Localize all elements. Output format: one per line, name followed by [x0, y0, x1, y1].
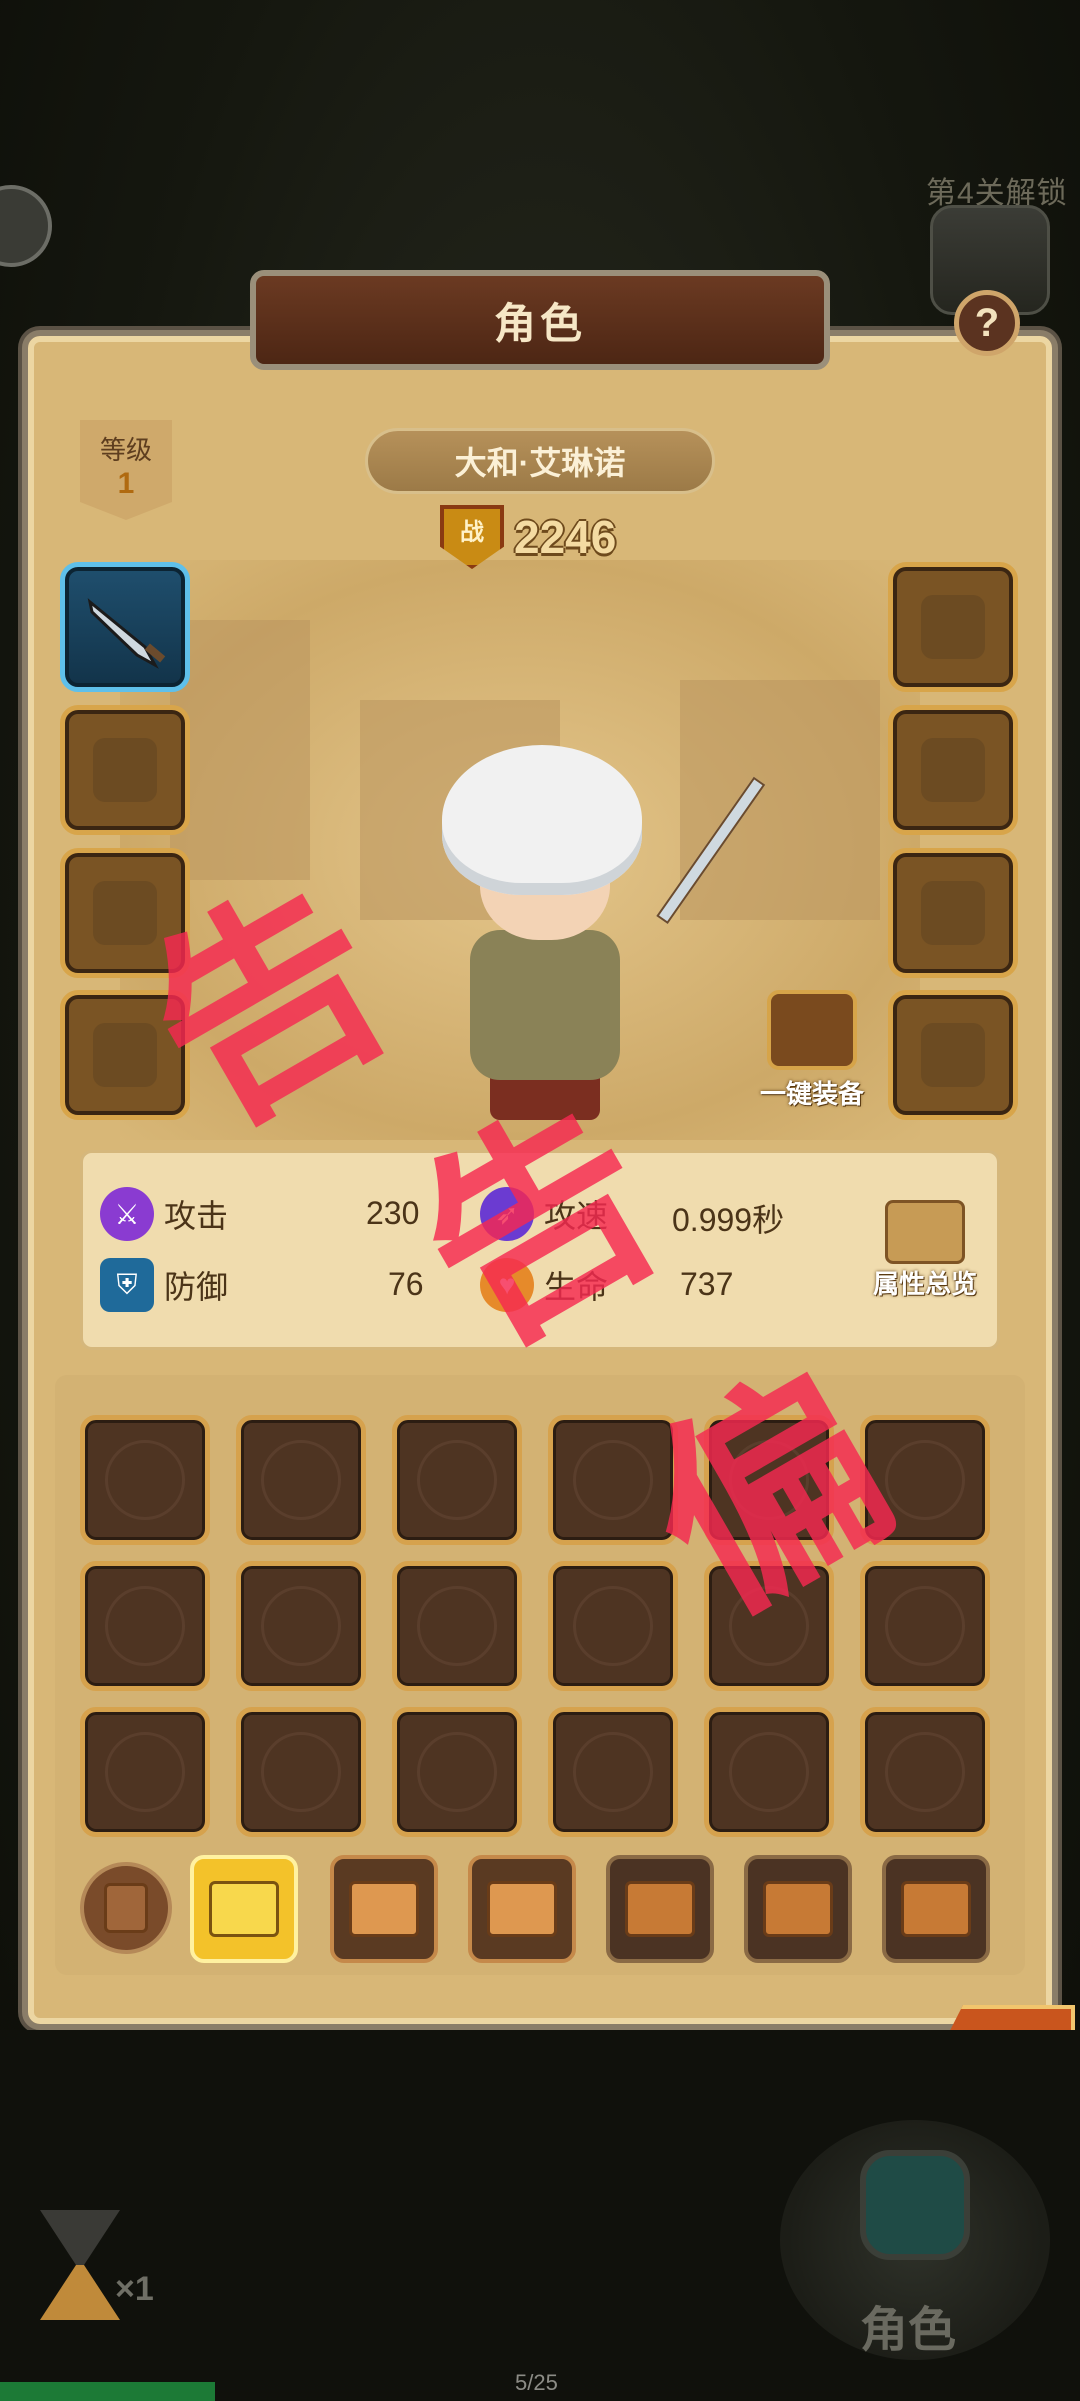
combat-power: 战 2246: [440, 505, 616, 569]
combat-power-icon: 战: [440, 505, 504, 569]
title-plaque: 角色: [250, 270, 830, 370]
empty-slot-icon: [573, 1732, 653, 1812]
inventory-slot[interactable]: [80, 1707, 210, 1837]
necklace-icon: [921, 881, 985, 945]
chest-icon: [901, 1881, 971, 1937]
inventory-slot[interactable]: [236, 1561, 366, 1691]
inventory-slot[interactable]: [704, 1707, 834, 1837]
attribute-overview-button[interactable]: 属性总览: [870, 1200, 980, 1301]
necklace-slot[interactable]: [888, 848, 1018, 978]
combat-power-value: 2246: [514, 511, 617, 563]
back-button[interactable]: [0, 185, 52, 267]
tab-chest-4[interactable]: [606, 1855, 714, 1963]
empty-slot-icon: [105, 1586, 185, 1666]
empty-slot-icon: [105, 1732, 185, 1812]
inventory-slot[interactable]: [236, 1415, 366, 1545]
chest-icon: [349, 1881, 419, 1937]
attack-icon: ⚔: [100, 1187, 154, 1241]
hourglass-base: [40, 2265, 120, 2320]
chest-icon: [625, 1881, 695, 1937]
empty-slot-icon: [261, 1586, 341, 1666]
gloves-slot[interactable]: [888, 705, 1018, 835]
speed-control[interactable]: [40, 2210, 120, 2320]
hero-name-plaque: 大和·艾琳诺: [365, 428, 715, 494]
level-label: 等级: [99, 435, 152, 465]
empty-slot-icon: [729, 1732, 809, 1812]
book-icon: [885, 1200, 965, 1264]
inventory-slot[interactable]: [392, 1707, 522, 1837]
tab-chest-1[interactable]: [190, 1855, 298, 1963]
empty-slot-icon: [417, 1732, 497, 1812]
hero-name: 大和·艾琳诺: [454, 445, 626, 481]
boots-icon: [93, 1023, 157, 1087]
attack-stat: ⚔ 攻击: [100, 1187, 228, 1241]
ring-slot[interactable]: [888, 990, 1018, 1120]
tab-chest-6[interactable]: [882, 1855, 990, 1963]
chest-icon: [209, 1881, 279, 1937]
background-building: [680, 680, 880, 920]
armor-slot[interactable]: [60, 705, 190, 835]
level-badge: 等级 1: [80, 420, 172, 520]
inventory-slot[interactable]: [236, 1707, 366, 1837]
empty-slot-icon: [261, 1440, 341, 1520]
empty-slot-icon: [885, 1732, 965, 1812]
weapon-slot[interactable]: [60, 562, 190, 692]
attack-speed-value: 0.999秒: [672, 1202, 785, 1238]
chest-icon: [487, 1881, 557, 1937]
tab-chest-5[interactable]: [744, 1855, 852, 1963]
shield-icon: ⛨: [100, 1258, 154, 1312]
hourglass-icon: [40, 2210, 120, 2265]
defense-value: 76: [388, 1266, 424, 1302]
chest-icon: [763, 1881, 833, 1937]
hero-hair: [442, 745, 642, 895]
tab-all[interactable]: [80, 1862, 172, 1954]
inventory-slot[interactable]: [80, 1561, 210, 1691]
role-nav-label: 角色: [860, 2304, 957, 2357]
help-button[interactable]: ?: [954, 290, 1020, 356]
page-title: 角色: [493, 299, 586, 347]
empty-slot-icon: [885, 1586, 965, 1666]
attribute-overview-label: 属性总览: [872, 1269, 977, 1299]
ring-icon: [921, 1023, 985, 1087]
tab-chest-3[interactable]: [468, 1855, 576, 1963]
empty-slot-icon: [573, 1586, 653, 1666]
gloves-icon: [921, 738, 985, 802]
empty-slot-icon: [417, 1586, 497, 1666]
defense-label: 防御: [164, 1269, 229, 1305]
equip-all-button[interactable]: 一键装备: [752, 990, 872, 1110]
defense-stat: ⛨ 防御: [100, 1258, 228, 1312]
progress-bar: [0, 2382, 215, 2401]
inventory-slot[interactable]: [860, 1707, 990, 1837]
inventory-slot[interactable]: [392, 1415, 522, 1545]
inventory-slot[interactable]: [548, 1707, 678, 1837]
attack-label: 攻击: [164, 1198, 229, 1234]
sword-icon: [87, 598, 166, 669]
empty-slot-icon: [105, 1440, 185, 1520]
helmet-nav-icon: [860, 2150, 970, 2260]
speed-multiplier: ×1: [115, 2270, 154, 2308]
empty-slot-icon: [261, 1732, 341, 1812]
page-indicator: 5/25: [515, 2370, 558, 2395]
helmet-slot[interactable]: [888, 562, 1018, 692]
inventory-slot[interactable]: [80, 1415, 210, 1545]
equip-all-icon: [767, 990, 857, 1070]
armor-icon: [93, 738, 157, 802]
helmet-icon: [921, 595, 985, 659]
level-value: 1: [117, 467, 135, 500]
tab-chest-2[interactable]: [330, 1855, 438, 1963]
bag-icon: [104, 1883, 148, 1933]
equip-all-label: 一键装备: [759, 1079, 864, 1109]
inventory-slot[interactable]: [392, 1561, 522, 1691]
empty-slot-icon: [417, 1440, 497, 1520]
inventory-slot[interactable]: [548, 1561, 678, 1691]
